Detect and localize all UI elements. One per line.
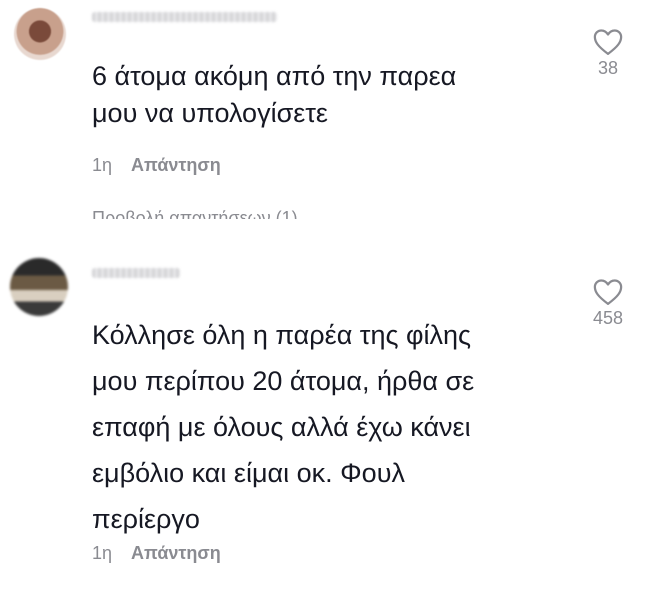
like-button[interactable]: 458 [578,278,638,329]
comment-meta: 1η Απάντηση [92,543,221,564]
comment-text: Κόλλησε όλη η παρέα της φίλης μου περίπο… [92,320,475,534]
reply-button[interactable]: Απάντηση [131,543,221,563]
avatar[interactable] [10,258,68,316]
username-blurred[interactable] [92,268,180,278]
comment-time: 1η [92,543,113,563]
comment-item: Κόλλησε όλη η παρέα της φίλης μου περίπο… [0,0,650,590]
like-count: 458 [592,308,624,328]
heart-outline-icon [593,279,623,305]
